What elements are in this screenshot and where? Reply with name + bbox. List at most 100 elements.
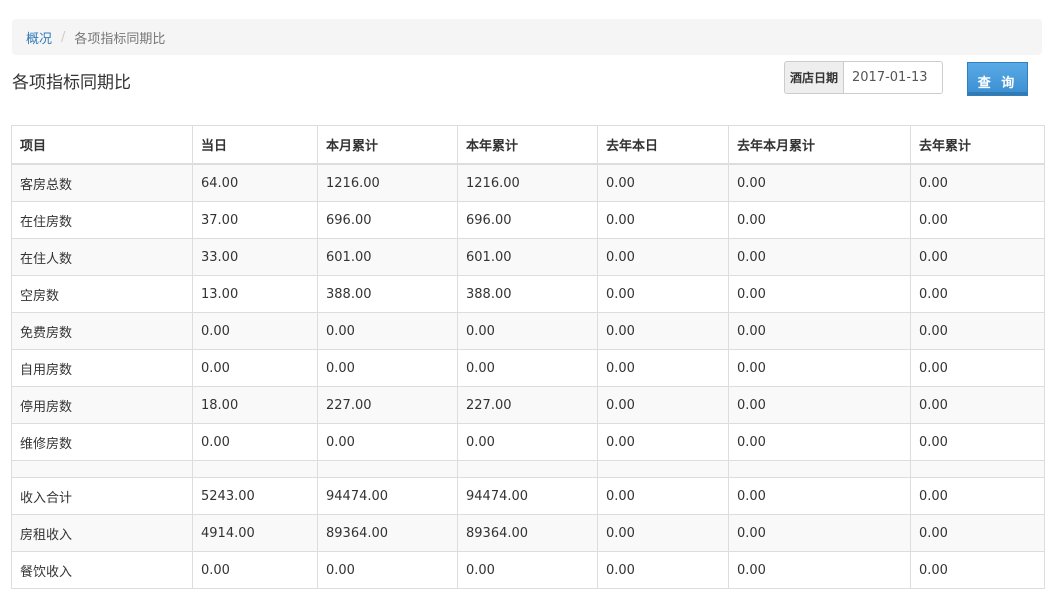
column-header: 当日	[192, 125, 318, 165]
table-cell: 94474.00	[317, 477, 458, 515]
column-header: 项目	[11, 125, 193, 165]
row-label-cell: 免费房数	[11, 312, 193, 350]
table-cell: 0.00	[597, 477, 729, 515]
table-cell	[910, 460, 1045, 478]
table-cell: 0.00	[910, 312, 1045, 350]
table-cell: 0.00	[910, 349, 1045, 387]
table-cell: 0.00	[457, 423, 598, 461]
table-cell: 227.00	[317, 386, 458, 424]
table-cell: 0.00	[728, 275, 911, 313]
table-row: 免费房数 0.00 0.00 0.00 0.00 0.00 0.00	[11, 312, 1045, 350]
table-cell: 1216.00	[457, 163, 598, 202]
table-header-row: 项目 当日 本月累计 本年累计 去年本日 去年本月累计 去年累计	[11, 125, 1045, 165]
row-label-cell: 房租收入	[11, 514, 193, 552]
table-cell: 0.00	[317, 312, 458, 350]
table-spacer-row	[11, 460, 1045, 478]
indicator-table: 项目 当日 本月累计 本年累计 去年本日 去年本月累计 去年累计 客房总数 64.00 1216…	[11, 125, 1045, 589]
query-button[interactable]: 查 询	[967, 62, 1028, 96]
table-cell: 0.00	[910, 201, 1045, 239]
table-cell: 0.00	[192, 312, 318, 350]
table-row: 收入合计 5243.00 94474.00 94474.00 0.00 0.00 0.00	[11, 477, 1045, 515]
table-cell: 0.00	[728, 423, 911, 461]
table-cell	[597, 460, 729, 478]
table-cell: 0.00	[910, 514, 1045, 552]
table-cell: 0.00	[597, 349, 729, 387]
table-cell: 696.00	[457, 201, 598, 239]
table-cell: 0.00	[597, 275, 729, 313]
table-cell	[728, 460, 911, 478]
table-cell: 601.00	[317, 238, 458, 276]
table-cell: 0.00	[728, 349, 911, 387]
table-cell: 0.00	[192, 349, 318, 387]
table-cell: 0.00	[317, 349, 458, 387]
row-label-cell: 自用房数	[11, 349, 193, 387]
table-cell: 0.00	[728, 201, 911, 239]
hotel-date-label: 酒店日期	[784, 61, 844, 94]
table-cell: 0.00	[597, 201, 729, 239]
table-cell: 0.00	[597, 386, 729, 424]
table-cell: 0.00	[597, 163, 729, 202]
table-cell: 64.00	[192, 163, 318, 202]
breadcrumb-home-link[interactable]: 概况	[26, 28, 52, 47]
table-cell: 37.00	[192, 201, 318, 239]
table-cell: 0.00	[317, 423, 458, 461]
table-cell: 0.00	[457, 349, 598, 387]
table-cell	[192, 460, 318, 478]
row-label-cell: 收入合计	[11, 477, 193, 515]
row-label-cell: 空房数	[11, 275, 193, 313]
table-row: 维修房数 0.00 0.00 0.00 0.00 0.00 0.00	[11, 423, 1045, 461]
row-label-cell: 客房总数	[11, 163, 193, 202]
table-cell: 0.00	[910, 477, 1045, 515]
table-cell: 227.00	[457, 386, 598, 424]
table-cell: 1216.00	[317, 163, 458, 202]
table-cell: 13.00	[192, 275, 318, 313]
table-body: 客房总数 64.00 1216.00 1216.00 0.00 0.00 0.00 在住房数 3…	[11, 163, 1045, 589]
table-cell	[457, 460, 598, 478]
table-cell: 4914.00	[192, 514, 318, 552]
table-row: 客房总数 64.00 1216.00 1216.00 0.00 0.00 0.00	[11, 163, 1045, 202]
table-cell: 0.00	[910, 163, 1045, 202]
table-cell: 0.00	[728, 477, 911, 515]
table-cell: 0.00	[910, 423, 1045, 461]
table-cell: 0.00	[910, 386, 1045, 424]
table-row: 房租收入 4914.00 89364.00 89364.00 0.00 0.00 0.00	[11, 514, 1045, 552]
row-label-cell: 在住人数	[11, 238, 193, 276]
table-cell: 0.00	[597, 238, 729, 276]
breadcrumb: 概况 / 各项指标同期比	[12, 19, 1042, 55]
table-cell: 89364.00	[317, 514, 458, 552]
table-cell: 5243.00	[192, 477, 318, 515]
table-row: 空房数 13.00 388.00 388.00 0.00 0.00 0.00	[11, 275, 1045, 313]
row-label-cell: 在住房数	[11, 201, 193, 239]
table-cell: 0.00	[728, 163, 911, 202]
table-cell: 0.00	[728, 312, 911, 350]
table-row: 在住人数 33.00 601.00 601.00 0.00 0.00 0.00	[11, 238, 1045, 276]
table-cell: 33.00	[192, 238, 318, 276]
row-label-cell: 停用房数	[11, 386, 193, 424]
table-cell: 388.00	[317, 275, 458, 313]
table-cell: 94474.00	[457, 477, 598, 515]
table-cell: 601.00	[457, 238, 598, 276]
row-label-cell	[11, 460, 193, 478]
table-row: 自用房数 0.00 0.00 0.00 0.00 0.00 0.00	[11, 349, 1045, 387]
row-label-cell: 维修房数	[11, 423, 193, 461]
column-header: 去年累计	[910, 125, 1045, 165]
page-title: 各项指标同期比	[12, 73, 131, 93]
column-header: 本月累计	[317, 125, 458, 165]
hotel-date-filter: 酒店日期	[784, 61, 944, 94]
table-cell: 0.00	[597, 514, 729, 552]
table-cell: 0.00	[728, 386, 911, 424]
table-cell: 0.00	[910, 275, 1045, 313]
table-cell: 696.00	[317, 201, 458, 239]
column-header: 去年本日	[597, 125, 729, 165]
table-cell: 0.00	[597, 423, 729, 461]
column-header: 本年累计	[457, 125, 598, 165]
indicator-table-container: 项目 当日 本月累计 本年累计 去年本日 去年本月累计 去年累计 客房总数 64.00 1216…	[11, 125, 1045, 589]
table-row: 停用房数 18.00 227.00 227.00 0.00 0.00 0.00	[11, 386, 1045, 424]
table-cell: 0.00	[457, 312, 598, 350]
table-cell: 0.00	[910, 238, 1045, 276]
table-cell	[317, 460, 458, 478]
table-cell: 388.00	[457, 275, 598, 313]
table-row: 在住房数 37.00 696.00 696.00 0.00 0.00 0.00	[11, 201, 1045, 239]
hotel-date-input[interactable]	[843, 61, 944, 94]
table-cell: 0.00	[597, 312, 729, 350]
